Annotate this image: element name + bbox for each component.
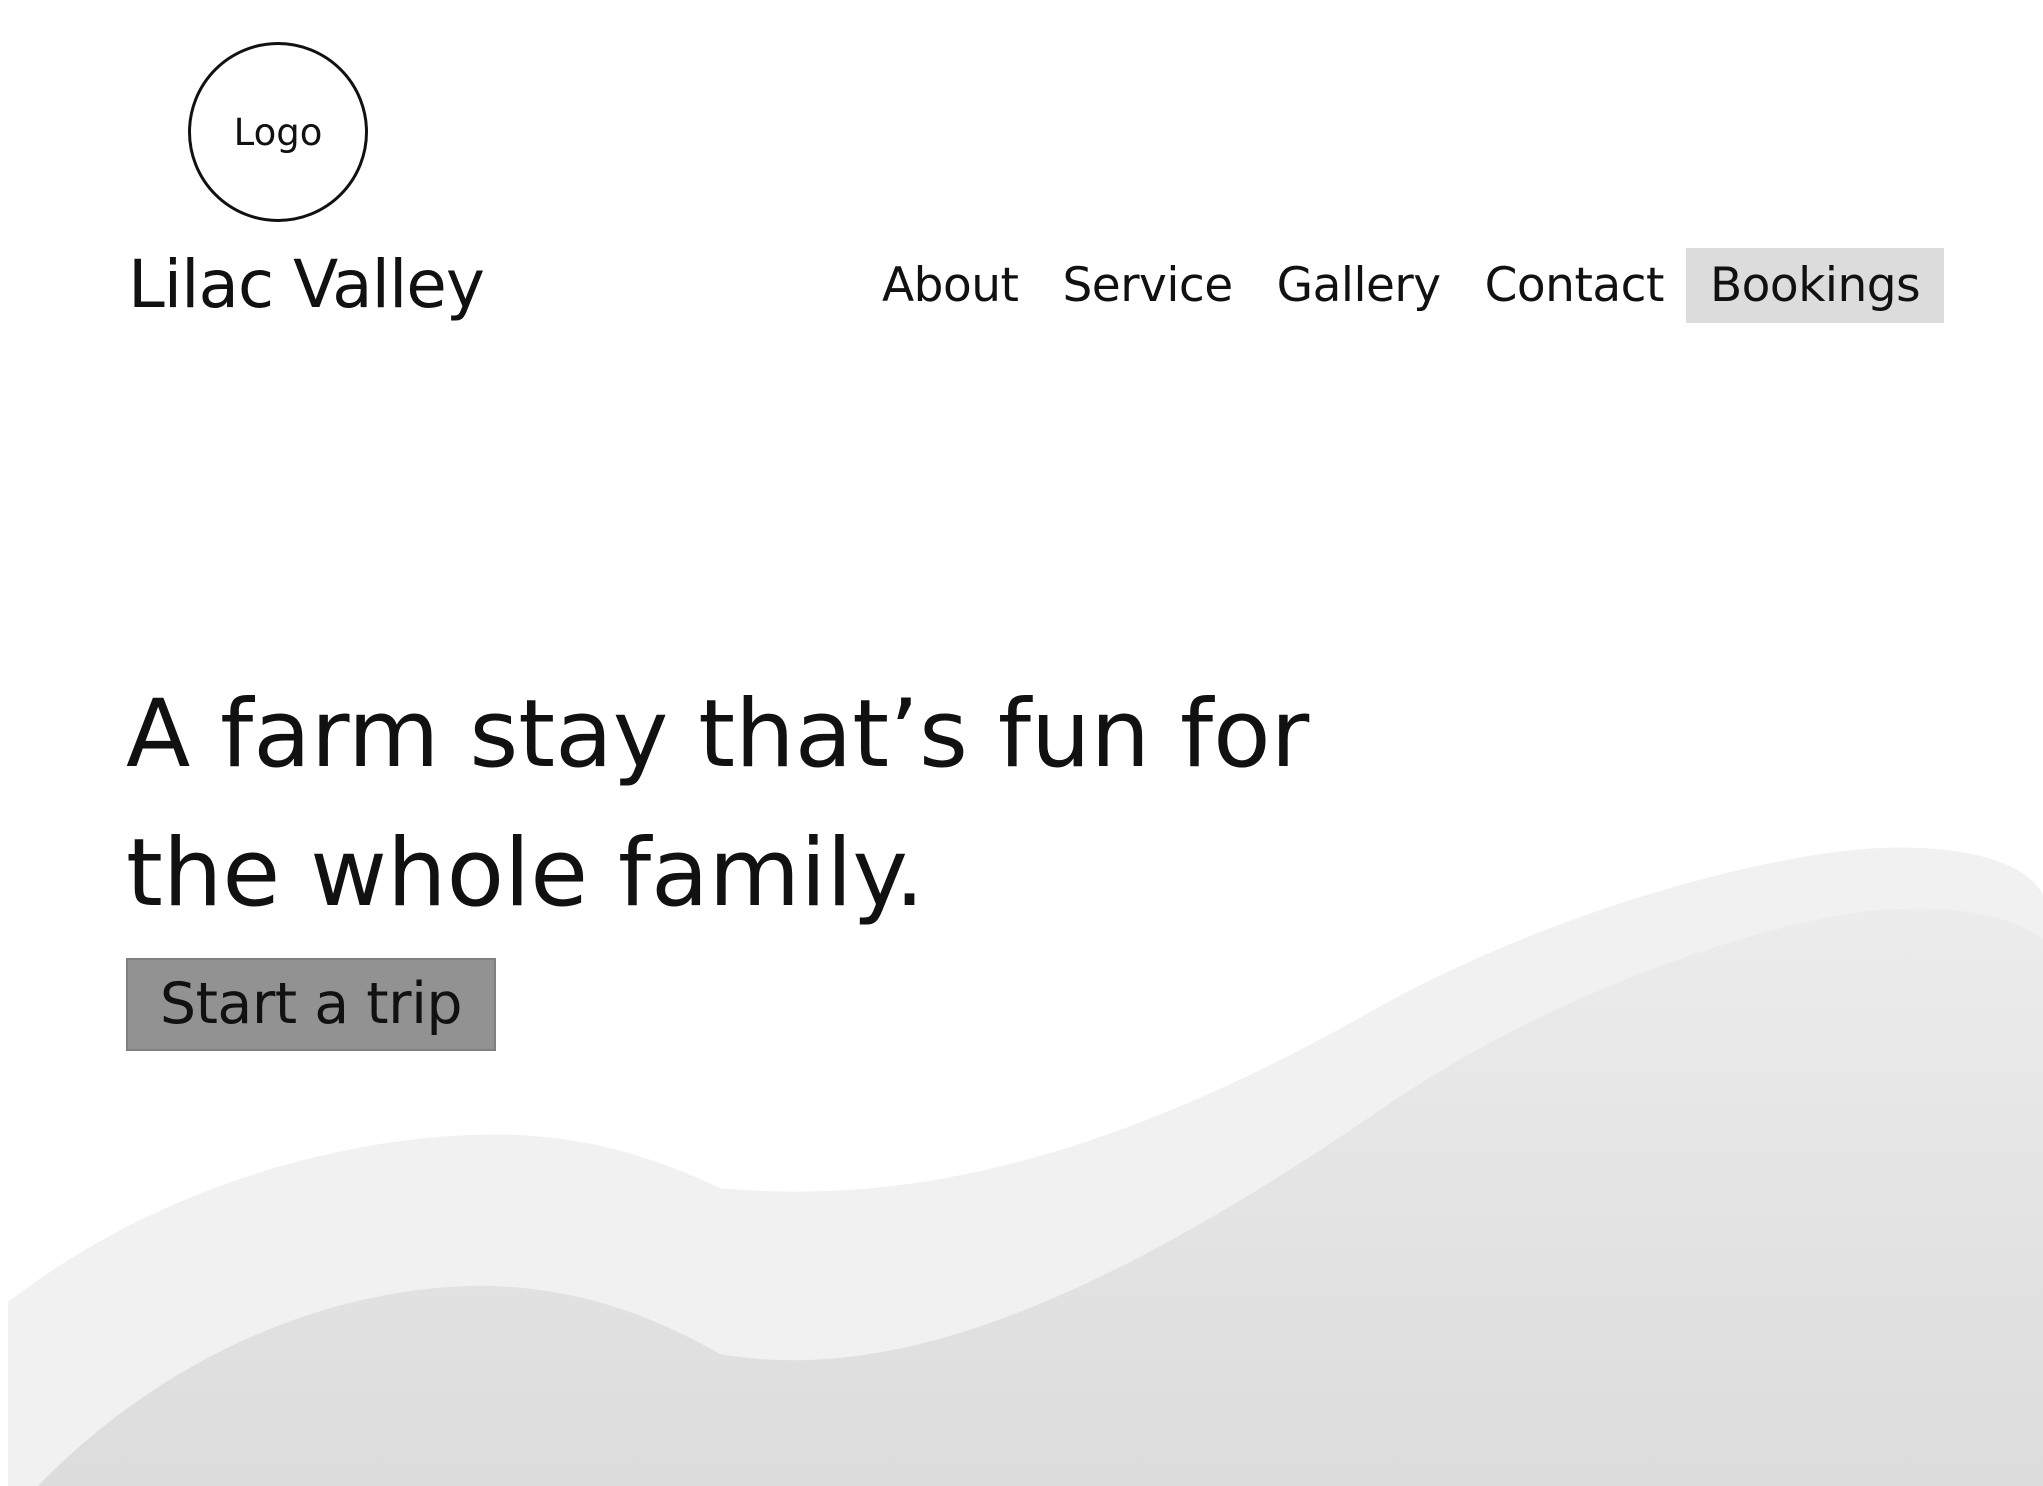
hero-headline-line-1: A farm stay that’s fun for [126, 680, 1310, 789]
nav-item-gallery[interactable]: Gallery [1255, 248, 1463, 323]
logo-text: Logo [233, 110, 323, 154]
brand-name[interactable]: Lilac Valley [128, 245, 485, 325]
hero-headline: A farm stay that’s fun for the whole fam… [126, 665, 1426, 943]
hero-headline-line-2: the whole family. [126, 819, 925, 928]
main-nav: About Service Gallery Contact Bookings [860, 248, 1945, 323]
nav-item-service[interactable]: Service [1040, 248, 1254, 323]
landing-page: Logo Lilac Valley About Service Gallery … [0, 0, 2043, 1486]
nav-item-about[interactable]: About [860, 248, 1040, 323]
logo[interactable]: Logo [188, 42, 368, 222]
nav-item-bookings[interactable]: Bookings [1685, 248, 1945, 323]
start-trip-button[interactable]: Start a trip [126, 958, 496, 1051]
nav-item-contact[interactable]: Contact [1463, 248, 1686, 323]
